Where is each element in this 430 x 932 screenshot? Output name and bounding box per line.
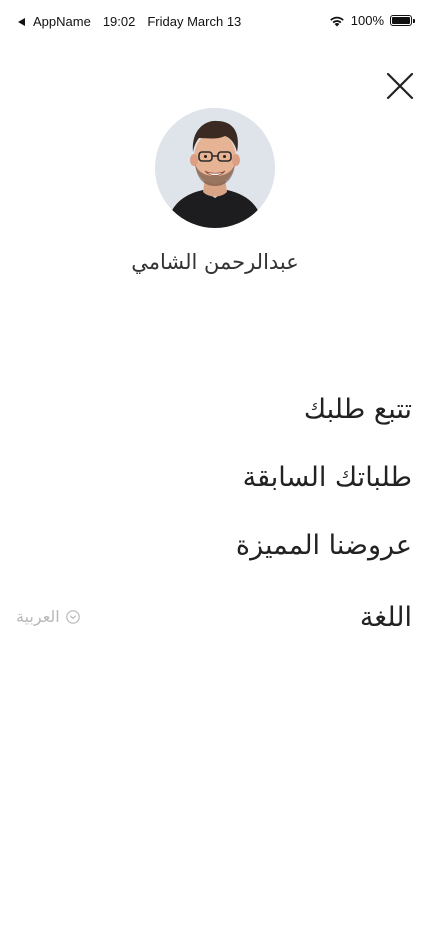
status-right: 100% xyxy=(329,13,415,28)
user-avatar-icon xyxy=(155,108,275,228)
language-select[interactable]: العربية xyxy=(16,607,80,626)
battery-cap xyxy=(413,19,415,23)
status-date: Friday March 13 xyxy=(147,14,242,29)
menu-item-track-order[interactable]: تتبع طلبك xyxy=(32,390,412,458)
back-app-name[interactable]: AppName xyxy=(33,14,91,29)
close-button[interactable] xyxy=(384,70,416,102)
menu-item-previous-orders[interactable]: طلباتك السابقة xyxy=(32,458,412,526)
status-time: 19:02 xyxy=(102,14,136,29)
language-label: اللغة xyxy=(359,602,412,633)
side-menu: تتبع طلبك طلباتك السابقة عروضنا المميزة xyxy=(32,390,412,594)
user-name: عبدالرحمن الشامي xyxy=(131,250,299,274)
battery-level xyxy=(392,17,410,24)
language-row: اللغة العربية xyxy=(16,598,412,638)
wifi-icon xyxy=(329,16,344,26)
back-to-app-icon[interactable] xyxy=(18,17,25,26)
avatar xyxy=(155,108,275,228)
status-left: AppName 19:02 Friday March 13 xyxy=(18,14,241,29)
chevron-down-circle-icon xyxy=(65,609,80,624)
battery-icon xyxy=(390,15,415,26)
battery-percent: 100% xyxy=(350,13,384,28)
status-bar: AppName 19:02 Friday March 13 100% xyxy=(0,0,430,42)
close-icon xyxy=(386,72,414,100)
language-selected-value: العربية xyxy=(16,607,60,626)
menu-item-special-offers[interactable]: عروضنا المميزة xyxy=(32,526,412,594)
